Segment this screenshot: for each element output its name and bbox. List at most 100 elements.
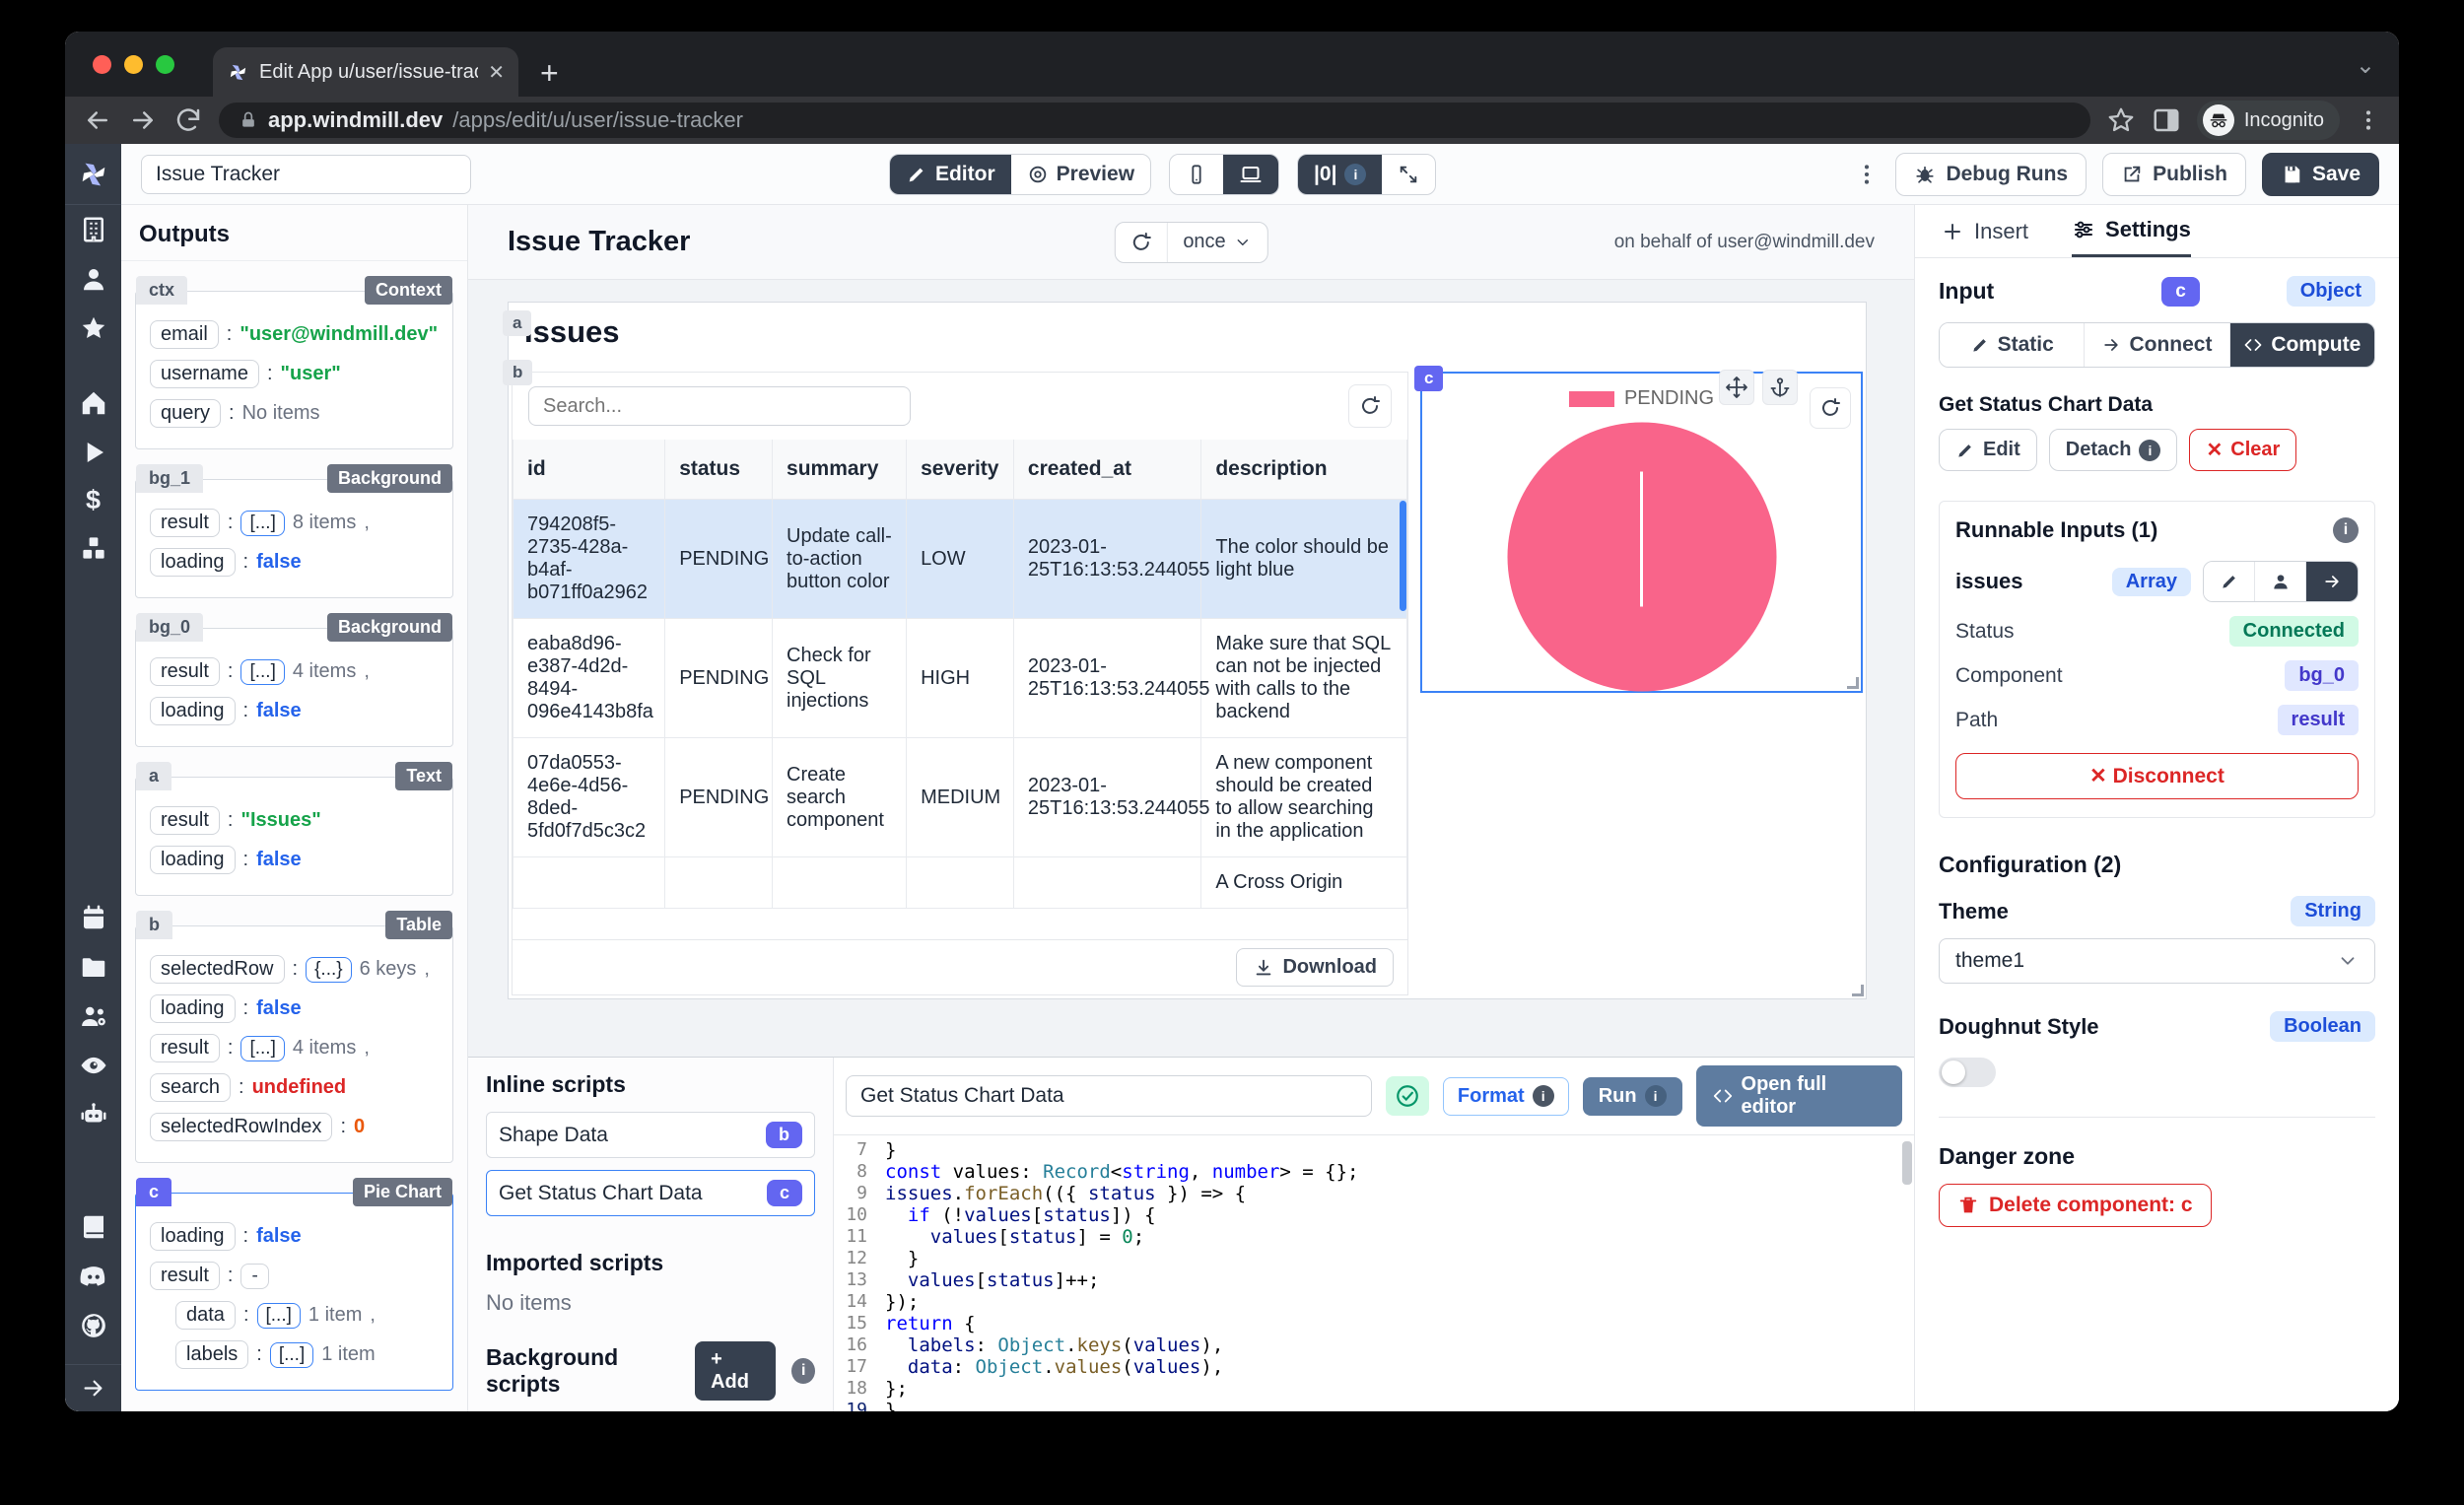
format-button[interactable]: Formati [1443,1077,1569,1116]
favorites-star-icon[interactable] [79,313,108,343]
schedules-calendar-icon[interactable] [79,903,108,932]
output-row[interactable]: labels:[...]1 item [175,1340,439,1369]
column-header[interactable]: status [665,440,773,500]
expand-array-chip[interactable]: [...] [240,659,284,685]
bookmark-star-icon[interactable] [2106,105,2136,135]
tab-settings[interactable]: Settings [2072,217,2191,257]
new-tab-button[interactable]: + [540,57,559,89]
discord-icon[interactable] [79,1262,108,1291]
editor-mode-button[interactable]: Editor [890,155,1011,194]
output-row[interactable]: loading:false [150,697,439,725]
minimize-window-button[interactable] [124,55,143,74]
home-icon[interactable] [79,388,108,418]
component-b-badge[interactable]: b [503,360,532,385]
collapse-arrow-icon[interactable] [80,1375,106,1402]
table-row[interactable]: A Cross Origin [513,857,1407,909]
browser-tab[interactable]: Edit App u/user/issue-tracker | ✕ [213,47,518,97]
user-icon[interactable] [79,264,108,294]
disconnect-button[interactable]: ✕ Disconnect [1955,753,2359,799]
window-controls[interactable] [93,55,174,74]
back-icon[interactable] [83,105,112,135]
close-window-button[interactable] [93,55,111,74]
output-section-a[interactable]: a Text result:"Issues" loading:false [135,777,453,896]
browser-menu-icon[interactable] [2356,107,2381,133]
output-row[interactable]: query:No items [150,399,439,428]
expand-array-chip[interactable]: [...] [240,1036,284,1061]
app-canvas[interactable]: a Issues b [468,280,1914,1057]
table-row[interactable]: 07da0553-4e6e-4d56-8ded-5fd0f7d5c3c2 PEN… [513,738,1407,857]
publish-button[interactable]: Publish [2102,153,2246,196]
download-button[interactable]: Download [1236,948,1394,987]
save-button[interactable]: Save [2262,153,2379,196]
add-background-script-button[interactable]: + Add [695,1341,776,1401]
output-row[interactable]: loading:false [150,548,439,577]
component-c-badge[interactable]: c [1414,366,1443,391]
output-row[interactable]: result:- [150,1262,439,1290]
app-name-input[interactable] [141,155,471,194]
forward-icon[interactable] [128,105,158,135]
run-button[interactable]: Runi [1583,1077,1682,1116]
more-menu-icon[interactable] [1854,162,1880,187]
editor-scrollbar-thumb[interactable] [1902,1141,1912,1185]
clear-script-button[interactable]: ✕Clear [2189,429,2296,471]
table-scrollbar-thumb[interactable] [1400,501,1406,611]
docs-book-icon[interactable] [79,1212,108,1242]
mobile-view-button[interactable] [1170,155,1223,194]
compute-option[interactable]: Compute [2230,323,2374,367]
table-search-input[interactable] [528,386,911,426]
output-row[interactable]: loading:false [150,994,439,1023]
expand-object-chip[interactable]: {...} [306,957,352,983]
tab-insert[interactable]: Insert [1941,217,2028,257]
component-a-badge[interactable]: a [503,310,531,336]
chart-refresh-button[interactable] [1810,387,1851,429]
pie-slice-pending[interactable] [1507,423,1776,692]
variables-dollar-icon[interactable]: $ [86,485,101,515]
expand-array-chip[interactable]: [...] [240,511,284,536]
output-row[interactable]: data:[...]1 item, [175,1301,439,1330]
reload-icon[interactable] [173,105,203,135]
inline-script-item-selected[interactable]: Get Status Chart Data c [486,1170,815,1216]
output-section-c[interactable]: c Pie Chart loading:false result:- data:… [135,1193,453,1391]
hide-runs-button[interactable]: |0| i [1298,155,1382,194]
zoom-window-button[interactable] [156,55,174,74]
output-row[interactable]: search:undefined [150,1073,439,1102]
output-row[interactable]: result:[...]4 items, [150,1034,439,1062]
tab-close-icon[interactable]: ✕ [488,60,505,85]
move-component-handle[interactable] [1719,370,1754,405]
refresh-app-button[interactable] [1115,223,1167,262]
output-section-b[interactable]: b Table selectedRow:{...}6 keys, loading… [135,925,453,1163]
desktop-view-button[interactable] [1223,155,1278,194]
folders-icon[interactable] [79,952,108,982]
table-row[interactable]: eaba8d96-e387-4d2d-8494-096e4143b8fa PEN… [513,619,1407,738]
output-section-bg1[interactable]: bg_1 Background result:[...]8 items, loa… [135,479,453,598]
output-section-ctx[interactable]: ctx Context email:"user@windmill.dev" us… [135,291,453,449]
legend-label[interactable]: PENDING [1624,387,1714,410]
connect-option[interactable]: Connect [2085,323,2229,367]
expand-array-chip[interactable]: [...] [270,1342,313,1368]
output-row[interactable]: result:[...]4 items, [150,657,439,686]
script-name-input[interactable] [846,1075,1372,1117]
groups-users-icon[interactable] [79,1001,108,1031]
table-refresh-button[interactable] [1348,384,1392,428]
open-full-editor-button[interactable]: Open full editor [1696,1065,1902,1127]
output-row[interactable]: loading:false [150,1222,439,1251]
monaco-editor[interactable]: 7} 8const values: Record<string, number>… [834,1134,1914,1411]
static-option[interactable]: Static [1940,323,2085,367]
workspace-icon[interactable] [79,215,108,244]
refresh-mode-dropdown[interactable]: once [1167,223,1266,261]
pie-chart-component[interactable]: c PENDING [1420,372,1863,693]
column-header[interactable]: description [1201,440,1407,500]
output-row[interactable]: username:"user" [150,360,439,388]
expand-array-chip[interactable]: [...] [257,1303,301,1329]
edit-script-button[interactable]: Edit [1939,429,2037,471]
address-bar[interactable]: app.windmill.dev/apps/edit/u/user/issue-… [219,103,2090,138]
audit-eye-icon[interactable] [79,1051,108,1080]
resources-cubes-icon[interactable] [79,533,108,563]
text-component-issues[interactable]: Issues [509,303,1866,352]
runs-play-icon[interactable] [79,438,108,467]
workers-robot-icon[interactable] [79,1100,108,1129]
fullscreen-button[interactable] [1382,155,1435,194]
output-row[interactable]: loading:false [150,846,439,874]
output-section-bg0[interactable]: bg_0 Background result:[...]4 items, loa… [135,628,453,747]
output-row[interactable]: selectedRowIndex:0 [150,1113,439,1141]
